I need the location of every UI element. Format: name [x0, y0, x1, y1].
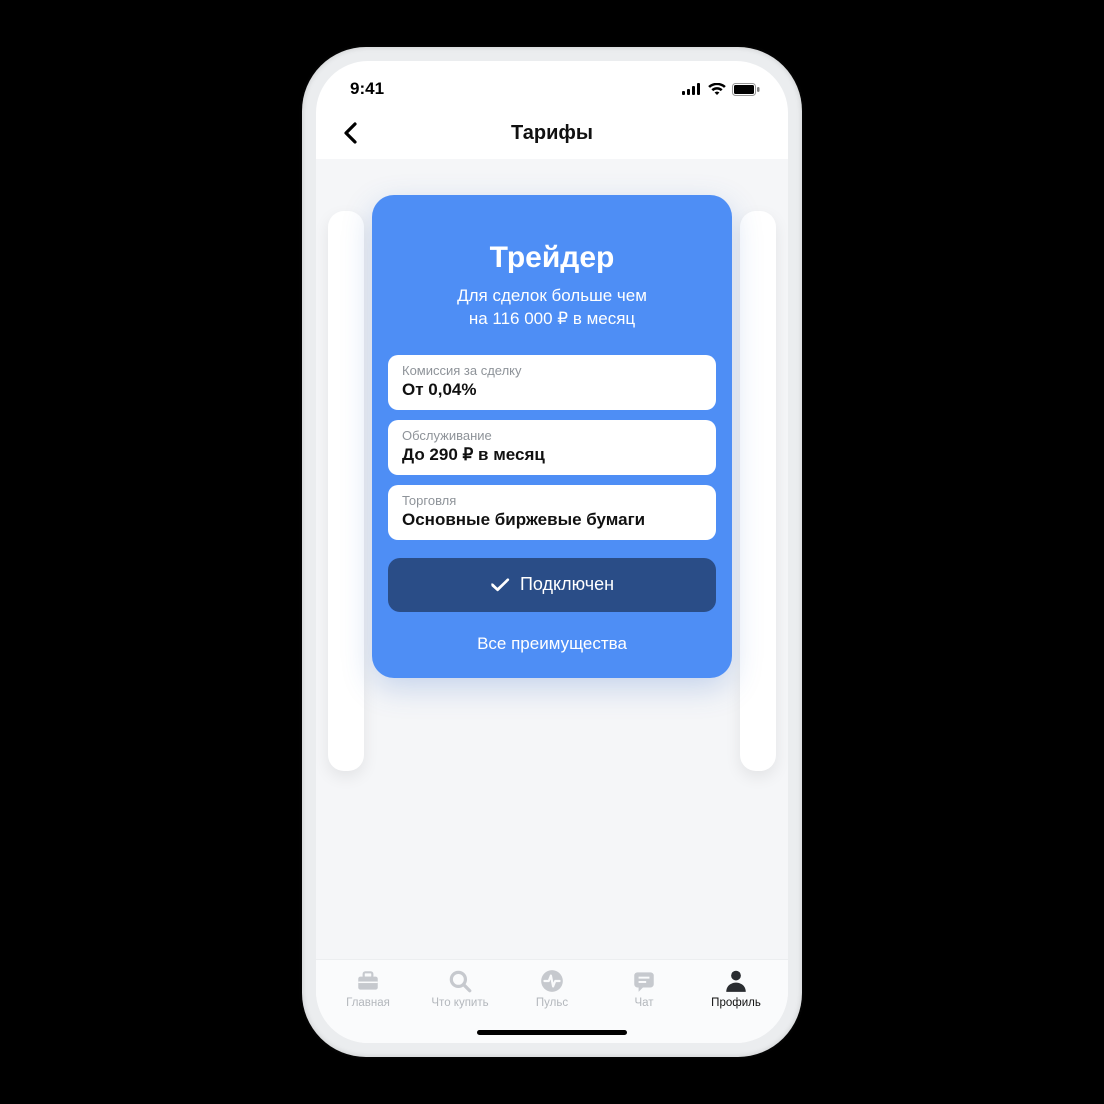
tab-buy[interactable]: Что купить — [414, 968, 506, 1009]
tab-label: Профиль — [711, 997, 761, 1009]
nav-header: Тарифы — [316, 107, 788, 159]
connected-button[interactable]: Подключен — [388, 558, 716, 612]
side-card-left[interactable] — [328, 211, 364, 771]
tab-pulse[interactable]: Пульс — [506, 968, 598, 1009]
tariff-row-label: Торговля — [402, 493, 702, 508]
check-icon — [490, 578, 510, 592]
home-indicator[interactable] — [477, 1030, 627, 1035]
connected-label: Подключен — [520, 574, 614, 595]
benefits-link[interactable]: Все преимущества — [388, 634, 716, 654]
wifi-icon — [708, 83, 726, 95]
tariff-row-label: Комиссия за сделку — [402, 363, 702, 378]
tariff-title: Трейдер — [388, 241, 716, 275]
phone-frame: 9:41 — [302, 47, 802, 1057]
tab-label: Что купить — [431, 997, 488, 1009]
tariff-row-value: Основные биржевые бумаги — [402, 510, 702, 530]
side-card-right[interactable] — [740, 211, 776, 771]
content: Трейдер Для сделок больше чемна 116 000 … — [316, 159, 788, 959]
status-time: 9:41 — [350, 79, 384, 99]
search-icon — [447, 968, 473, 994]
tab-label: Пульс — [536, 997, 568, 1009]
back-button[interactable] — [332, 115, 368, 151]
status-bar: 9:41 — [316, 61, 788, 107]
profile-icon — [723, 968, 749, 994]
pulse-icon — [539, 968, 565, 994]
chevron-left-icon — [343, 122, 357, 144]
tab-label: Главная — [346, 997, 390, 1009]
battery-icon — [732, 83, 760, 96]
tariff-row-value: От 0,04% — [402, 380, 702, 400]
tariff-card: Трейдер Для сделок больше чемна 116 000 … — [372, 195, 732, 678]
tariff-row: Комиссия за сделку От 0,04% — [388, 355, 716, 410]
tab-chat[interactable]: Чат — [598, 968, 690, 1009]
chat-icon — [631, 968, 657, 994]
tariff-row: Обслуживание До 290 ₽ в месяц — [388, 420, 716, 475]
briefcase-icon — [355, 968, 381, 994]
tariff-subtitle: Для сделок больше чемна 116 000 ₽ в меся… — [388, 285, 716, 331]
page-title: Тарифы — [316, 122, 788, 145]
tariff-row-label: Обслуживание — [402, 428, 702, 443]
tariff-row-value: До 290 ₽ в месяц — [402, 445, 702, 465]
tab-profile[interactable]: Профиль — [690, 968, 782, 1009]
cellular-icon — [682, 83, 702, 95]
tab-home[interactable]: Главная — [322, 968, 414, 1009]
tariff-row: Торговля Основные биржевые бумаги — [388, 485, 716, 540]
tab-label: Чат — [634, 997, 653, 1009]
status-right — [682, 83, 760, 96]
screen: 9:41 — [316, 61, 788, 1043]
